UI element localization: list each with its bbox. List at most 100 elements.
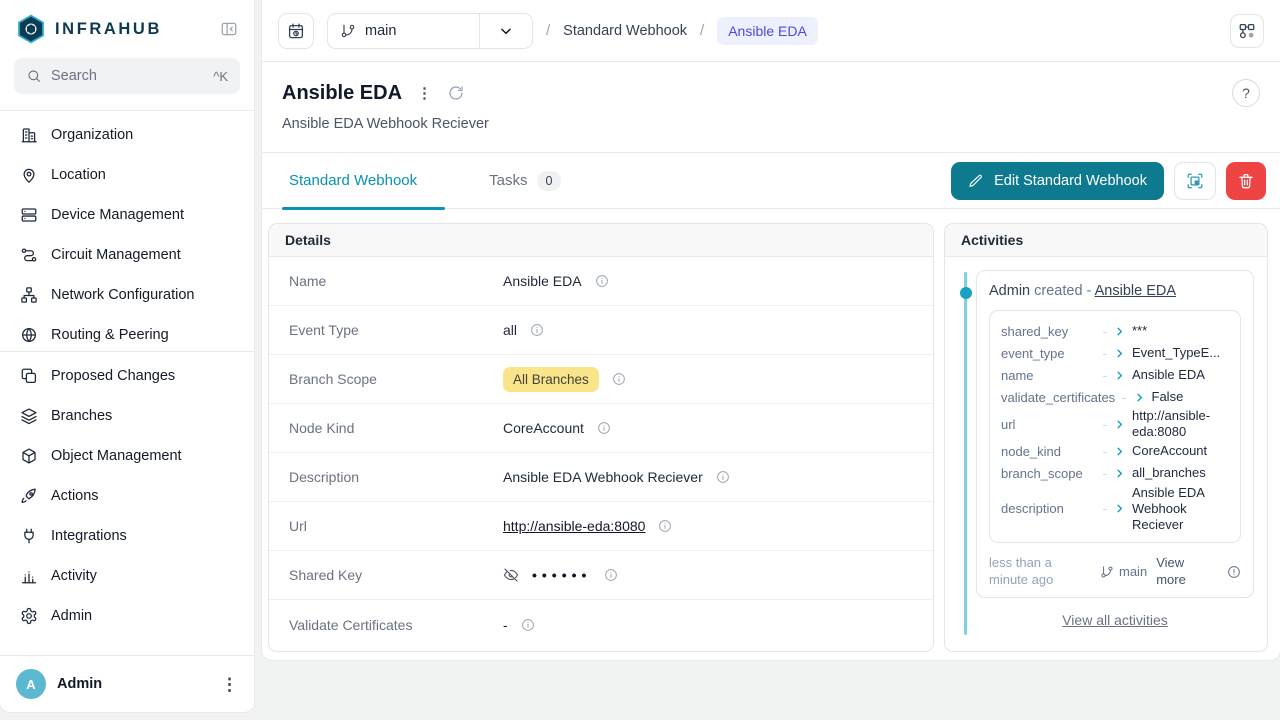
- delete-button[interactable]: [1226, 162, 1266, 200]
- detail-row-validate-certificates: Validate Certificates -: [269, 600, 933, 649]
- help-button[interactable]: ?: [1232, 79, 1260, 107]
- tab-standard-webhook[interactable]: Standard Webhook: [282, 153, 459, 209]
- property-old-value: -: [1103, 417, 1107, 432]
- search-shortcut: ^K: [213, 69, 228, 84]
- info-icon[interactable]: [604, 568, 618, 582]
- info-icon[interactable]: [530, 323, 544, 337]
- info-icon[interactable]: [716, 470, 730, 484]
- breadcrumb-current[interactable]: Ansible EDA: [717, 17, 818, 45]
- sidebar-item-label: Proposed Changes: [51, 368, 175, 384]
- chevron-right-icon[interactable]: [1114, 468, 1125, 479]
- page-title: Ansible EDA: [282, 82, 402, 105]
- branch-name: main: [365, 23, 396, 39]
- edit-webhook-button[interactable]: Edit Standard Webhook: [951, 162, 1164, 200]
- sidebar-item-organization[interactable]: Organization: [10, 115, 244, 155]
- chevron-right-icon[interactable]: [1114, 370, 1125, 381]
- breadcrumb-section[interactable]: Standard Webhook: [563, 23, 687, 39]
- chevron-right-icon[interactable]: [1114, 503, 1125, 514]
- branch-selector[interactable]: main: [327, 13, 533, 49]
- user-kebab-icon[interactable]: ⋮: [221, 676, 238, 693]
- sidebar-item-actions[interactable]: Actions: [10, 476, 244, 516]
- property-value: CoreAccount: [1132, 443, 1229, 459]
- user-menu[interactable]: A Admin ⋮: [0, 655, 254, 712]
- detail-label: Validate Certificates: [289, 617, 503, 633]
- url-link[interactable]: http://ansible-eda:8080: [503, 518, 645, 534]
- info-icon[interactable]: [595, 274, 609, 288]
- sidebar-item-proposed-changes[interactable]: Proposed Changes: [10, 356, 244, 396]
- content-area: Details Name Ansible EDA Event Type all …: [262, 209, 1280, 660]
- sidebar-item-location[interactable]: Location: [10, 155, 244, 195]
- tab-tasks[interactable]: Tasks 0: [481, 153, 569, 209]
- info-icon[interactable]: [521, 618, 535, 632]
- refresh-icon[interactable]: [447, 84, 465, 102]
- property-row: name - Ansible EDA: [1001, 364, 1229, 386]
- brand-name: INFRAHUB: [55, 20, 211, 39]
- infrahub-logo-icon: [16, 14, 46, 44]
- sidebar-item-routing-peering[interactable]: Routing & Peering: [10, 315, 244, 351]
- view-more-link[interactable]: View more: [1156, 555, 1202, 588]
- edit-button-label: Edit Standard Webhook: [994, 173, 1147, 189]
- sidebar-item-object-management[interactable]: Object Management: [10, 436, 244, 476]
- sidebar-item-device-management[interactable]: Device Management: [10, 195, 244, 235]
- chevron-right-icon[interactable]: [1114, 348, 1125, 359]
- sidebar-item-admin[interactable]: Admin: [10, 596, 244, 636]
- main-panel: main / Standard Webhook / Ansible EDA An…: [262, 0, 1280, 660]
- tab-label: Standard Webhook: [289, 172, 417, 189]
- title-kebab-icon[interactable]: ⋮: [417, 84, 432, 102]
- chevron-right-icon[interactable]: [1114, 446, 1125, 457]
- chevron-down-icon: [498, 23, 514, 39]
- page-header: Ansible EDA ⋮ ? Ansible EDA Webhook Reci…: [262, 62, 1280, 153]
- branch-selector-caret[interactable]: [480, 14, 532, 48]
- sidebar-nav-primary: Organization Location Device Management …: [0, 111, 254, 351]
- detail-value: all: [503, 322, 517, 338]
- sidebar-nav-secondary: Proposed Changes Branches Object Managem…: [0, 352, 254, 640]
- sidebar-item-network-configuration[interactable]: Network Configuration: [10, 275, 244, 315]
- git-branch-icon: [1100, 565, 1114, 579]
- time-travel-button[interactable]: [278, 13, 314, 49]
- detail-label: Event Type: [289, 322, 503, 338]
- info-icon[interactable]: [658, 519, 672, 533]
- chevron-right-icon[interactable]: [1134, 392, 1145, 403]
- info-icon[interactable]: [597, 421, 611, 435]
- eye-off-icon[interactable]: [503, 567, 519, 583]
- detail-row-url: Url http://ansible-eda:8080: [269, 502, 933, 551]
- sidebar-item-circuit-management[interactable]: Circuit Management: [10, 235, 244, 275]
- map-pin-icon: [20, 166, 38, 184]
- manage-object-button[interactable]: [1174, 162, 1216, 200]
- info-icon[interactable]: [1227, 565, 1241, 579]
- info-icon[interactable]: [612, 372, 626, 386]
- activity-action: created: [1034, 283, 1082, 299]
- breadcrumb-separator: /: [700, 22, 704, 39]
- trash-icon: [1237, 172, 1255, 190]
- user-name: Admin: [57, 676, 210, 692]
- collapse-sidebar-icon[interactable]: [220, 20, 238, 38]
- activity-target-link[interactable]: Ansible EDA: [1095, 283, 1176, 299]
- sidebar-item-label: Integrations: [51, 528, 127, 544]
- view-all-activities-link[interactable]: View all activities: [1062, 612, 1168, 628]
- detail-label: Shared Key: [289, 567, 503, 583]
- activity-timeline: [958, 270, 976, 641]
- property-value: Ansible EDA: [1132, 367, 1229, 383]
- branch-selector-value: main: [328, 14, 479, 48]
- details-panel: Details Name Ansible EDA Event Type all …: [268, 223, 934, 652]
- logo-row: INFRAHUB: [0, 0, 254, 56]
- chevron-right-icon[interactable]: [1114, 326, 1125, 337]
- search-input[interactable]: Search ^K: [14, 58, 240, 94]
- sidebar-item-integrations[interactable]: Integrations: [10, 516, 244, 556]
- chevron-right-icon[interactable]: [1114, 419, 1125, 430]
- property-value: Ansible EDA Webhook Reciever: [1132, 485, 1229, 534]
- property-old-value: -: [1103, 324, 1107, 339]
- schema-button[interactable]: [1230, 14, 1264, 48]
- sidebar: INFRAHUB Search ^K Organization Location…: [0, 0, 254, 712]
- property-old-value: -: [1103, 501, 1107, 516]
- sidebar-item-branches[interactable]: Branches: [10, 396, 244, 436]
- tabs: Standard Webhook Tasks 0 Edit Standard W…: [262, 153, 1280, 209]
- property-key: node_kind: [1001, 444, 1096, 459]
- search-icon: [26, 68, 42, 84]
- detail-row-event-type: Event Type all: [269, 306, 933, 355]
- sidebar-item-activity[interactable]: Activity: [10, 556, 244, 596]
- network-icon: [20, 286, 38, 304]
- server-icon: [20, 206, 38, 224]
- masked-shared-key: ••••••: [532, 567, 591, 583]
- detail-label: Node Kind: [289, 420, 503, 436]
